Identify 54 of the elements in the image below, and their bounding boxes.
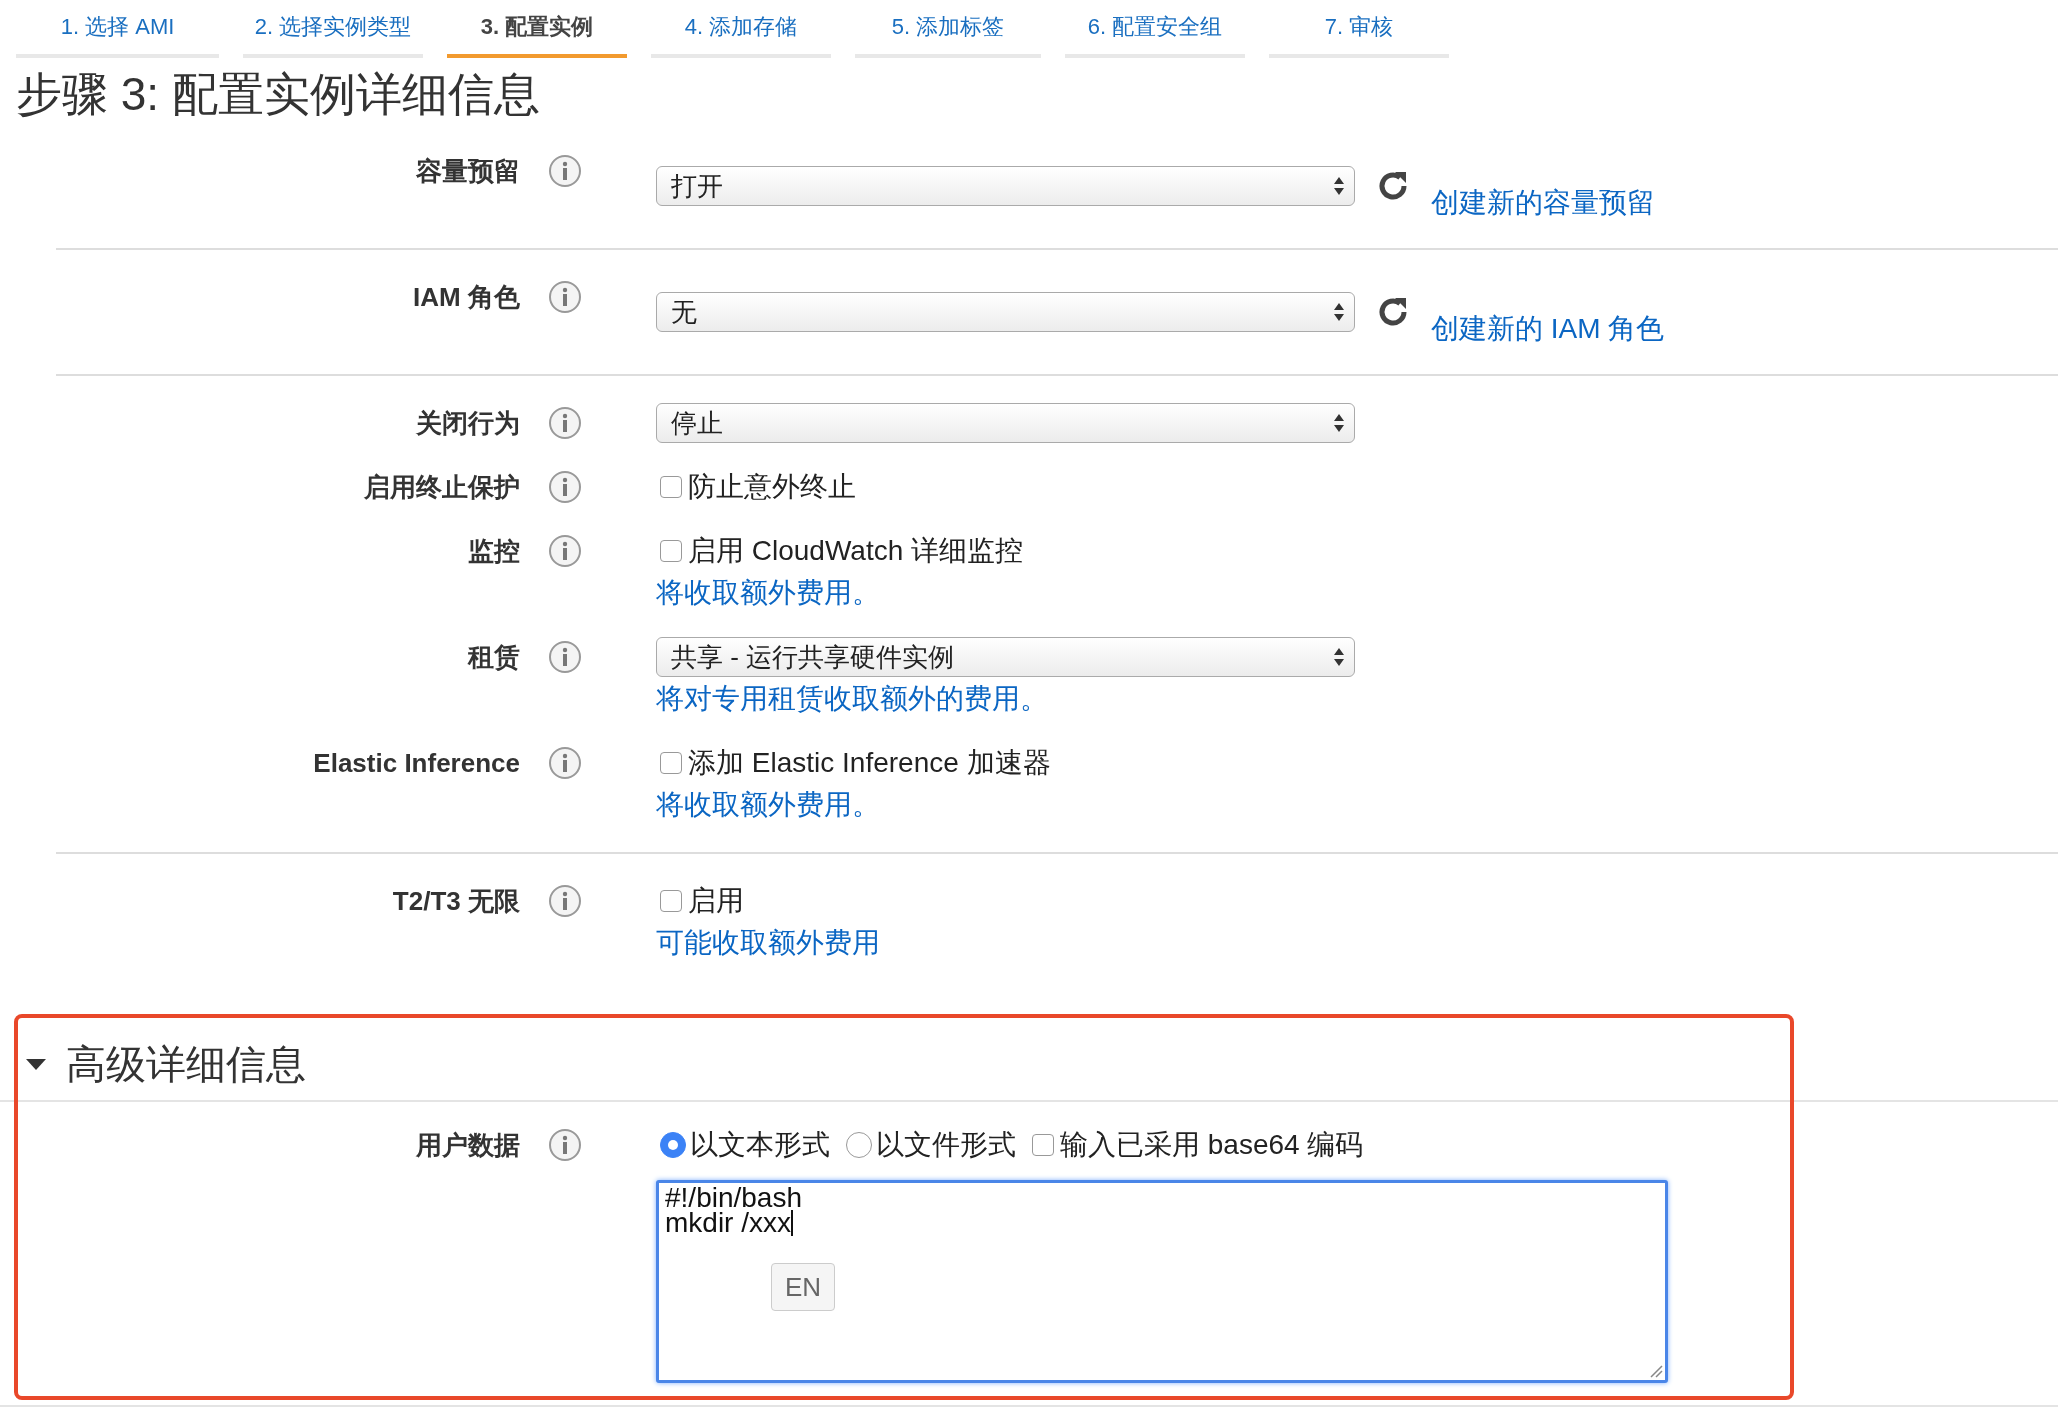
- radio-button[interactable]: [846, 1132, 872, 1158]
- checkbox[interactable]: [660, 476, 682, 498]
- dropdown-select[interactable]: 打开: [656, 166, 1355, 206]
- info-icon[interactable]: [548, 280, 582, 314]
- cost-note-link[interactable]: 将收取额外费用。: [656, 572, 880, 614]
- field-label: 租赁: [468, 641, 520, 674]
- field-label: 容量预留: [416, 155, 520, 188]
- radio-button[interactable]: [660, 1132, 686, 1158]
- section-title: 高级详细信息: [66, 1040, 306, 1088]
- option-label: 以文本形式: [690, 1128, 830, 1162]
- field-label: 关闭行为: [416, 407, 520, 440]
- cost-note-link[interactable]: 将对专用租赁收取额外的费用。: [656, 678, 1048, 720]
- create-link[interactable]: 创建新的容量预留: [1431, 184, 1655, 222]
- resize-grip-icon[interactable]: [1649, 1364, 1663, 1378]
- info-icon[interactable]: [548, 534, 582, 568]
- checkbox-label: 启用: [688, 884, 744, 918]
- checkbox[interactable]: [1032, 1134, 1054, 1156]
- wizard-step-tab[interactable]: 5. 添加标签: [855, 0, 1041, 58]
- dropdown-select[interactable]: 无: [656, 292, 1355, 332]
- checkbox[interactable]: [660, 752, 682, 774]
- field-label: 启用终止保护: [364, 471, 520, 504]
- wizard-step-tab[interactable]: 3. 配置实例: [447, 0, 627, 58]
- info-icon[interactable]: [548, 406, 582, 440]
- info-icon[interactable]: [548, 1128, 582, 1162]
- info-icon[interactable]: [548, 884, 582, 918]
- field-label: T2/T3 无限: [392, 885, 520, 918]
- page-title: 步骤 3: 配置实例详细信息: [16, 67, 541, 122]
- cost-note-link[interactable]: 可能收取额外费用: [656, 922, 880, 964]
- user-data-textarea[interactable]: #!/bin/bash mkdir /xxx EN: [656, 1180, 1668, 1383]
- checkbox-label: 防止意外终止: [688, 470, 856, 504]
- input-method-badge: EN: [771, 1263, 835, 1311]
- wizard-step-tab[interactable]: 2. 选择实例类型: [243, 0, 423, 58]
- field-label: 监控: [468, 535, 520, 568]
- option-label: 以文件形式: [876, 1128, 1016, 1162]
- checkbox-label: 启用 CloudWatch 详细监控: [688, 534, 1024, 568]
- checkbox[interactable]: [660, 890, 682, 912]
- info-icon[interactable]: [548, 470, 582, 504]
- dropdown-select[interactable]: 停止: [656, 403, 1355, 443]
- create-link[interactable]: 创建新的 IAM 角色: [1431, 310, 1665, 348]
- wizard-step-tab[interactable]: 4. 添加存储: [651, 0, 831, 58]
- field-label: 用户数据: [416, 1129, 520, 1162]
- info-icon[interactable]: [548, 154, 582, 188]
- wizard-step-tab[interactable]: 6. 配置安全组: [1065, 0, 1245, 58]
- option-label: 输入已采用 base64 编码: [1060, 1128, 1364, 1162]
- field-label: Elastic Inference: [313, 747, 520, 780]
- checkbox[interactable]: [660, 540, 682, 562]
- cost-note-link[interactable]: 将收取额外费用。: [656, 784, 880, 826]
- info-icon[interactable]: [548, 746, 582, 780]
- wizard-step-tab[interactable]: 1. 选择 AMI: [16, 0, 219, 58]
- field-label: IAM 角色: [413, 281, 520, 314]
- info-icon[interactable]: [548, 640, 582, 674]
- wizard-step-tab[interactable]: 7. 审核: [1269, 0, 1449, 58]
- checkbox-label: 添加 Elastic Inference 加速器: [688, 746, 1051, 780]
- dropdown-select[interactable]: 共享 - 运行共享硬件实例: [656, 637, 1355, 677]
